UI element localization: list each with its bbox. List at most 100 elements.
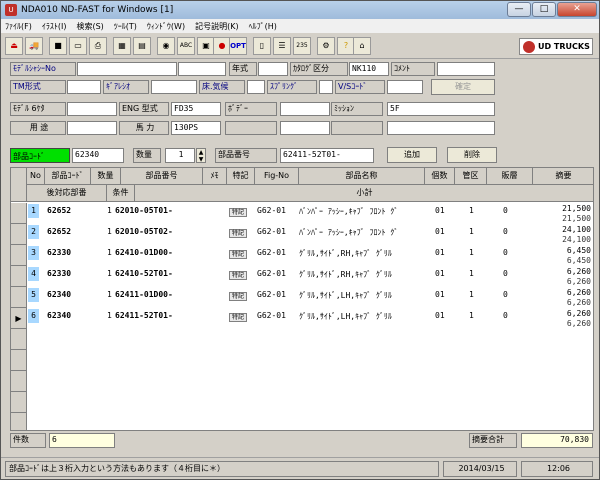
model-chassis-field-1[interactable] xyxy=(77,62,177,76)
row-no: 3 xyxy=(28,246,39,260)
row-note-badge: 特記 xyxy=(229,271,248,280)
opt-icon[interactable]: OPT xyxy=(229,37,247,55)
col-header-condition[interactable]: 条件 xyxy=(107,185,135,202)
folder-icon[interactable]: ▭ xyxy=(69,37,87,55)
catalog-field[interactable]: NK110 xyxy=(349,62,389,76)
save-icon[interactable]: ■ xyxy=(49,37,67,55)
col-header-no[interactable]: No xyxy=(27,168,45,185)
comment-field[interactable] xyxy=(437,62,495,76)
model6-field[interactable] xyxy=(67,102,117,116)
col-header-count[interactable]: 個数 xyxy=(425,168,455,185)
row-qty: 1 xyxy=(107,248,112,257)
mission-field[interactable]: 5F xyxy=(387,102,495,116)
row-subtotal: 24,100 xyxy=(562,235,591,244)
body-field[interactable] xyxy=(280,102,330,116)
add-button[interactable]: 追加 xyxy=(387,147,437,163)
table-row[interactable]: ▶ 6 62340 1 62411-52T01- 特記 G62-01 ｸﾞﾘﾙ,ｻｲﾄﾞ,LH… xyxy=(11,308,593,329)
blank-field-4[interactable] xyxy=(387,121,495,135)
table-row[interactable]: 2 62652 1 62010-05T02- 特記 G62-01 ﾊﾞﾝﾊﾟｰ ｱｯｼｰ,ｷ… xyxy=(11,224,593,245)
col-header-hanso[interactable]: 販層 xyxy=(487,168,533,185)
row-count: 01 xyxy=(435,311,445,320)
menu-search[interactable]: 検索(S) xyxy=(76,21,103,32)
qty-input[interactable]: 1 xyxy=(165,148,195,163)
table-row[interactable]: 3 62330 1 62410-01D00- 特記 G62-01 ｸﾞﾘﾙ,ｻｲﾄﾞ,RH,… xyxy=(11,245,593,266)
comment-label: ｺﾒﾝﾄ xyxy=(391,62,435,76)
row-subtotal: 6,260 xyxy=(566,319,591,328)
row-hanso: 0 xyxy=(503,290,508,299)
menu-tools[interactable]: ﾂｰﾙ(T) xyxy=(114,21,137,32)
blank-field-2[interactable] xyxy=(280,121,330,135)
summary-bar: 件数 6 摘要合計 70,830 xyxy=(1,433,599,455)
row-qty: 1 xyxy=(107,227,112,236)
exit-icon[interactable]: ⏏ xyxy=(5,37,23,55)
maximize-button[interactable]: □ xyxy=(532,2,556,17)
col-header-note[interactable]: 特記 xyxy=(227,168,255,185)
table-row[interactable]: 5 62340 1 62411-01D00- 特記 G62-01 ｸﾞﾘﾙ,ｻｲﾄﾞ,LH,… xyxy=(11,287,593,308)
eng-field[interactable]: FD35 xyxy=(171,102,221,116)
col-header-successor[interactable]: 後対応部番 xyxy=(27,185,107,202)
row-count: 01 xyxy=(435,248,445,257)
row-selector[interactable] xyxy=(11,224,27,245)
number-icon[interactable]: 235 xyxy=(293,37,311,55)
gear-icon[interactable]: ⚙ xyxy=(317,37,335,55)
part-no-input[interactable]: 62411-52T01- xyxy=(280,148,374,163)
part-code-input[interactable]: 62340 xyxy=(72,148,124,163)
row-part-no: 62010-05T01- xyxy=(115,206,173,215)
row-selector[interactable] xyxy=(11,287,27,308)
model-chassis-field-2[interactable] xyxy=(178,62,226,76)
col-header-kanku[interactable]: 管区 xyxy=(455,168,487,185)
row-hanso: 0 xyxy=(503,248,508,257)
book-icon[interactable]: ▯ xyxy=(253,37,271,55)
row-selector[interactable] xyxy=(11,245,27,266)
col-header-name[interactable]: 部品名称 xyxy=(299,168,425,185)
delete-button[interactable]: 削除 xyxy=(447,147,497,163)
col-header-remark[interactable]: 摘要 xyxy=(533,168,593,185)
list-icon[interactable]: ☰ xyxy=(273,37,291,55)
menu-illust[interactable]: ｲﾗｽﾄ(I) xyxy=(42,21,67,32)
row-selector[interactable] xyxy=(11,266,27,287)
menu-file[interactable]: ﾌｧｲﾙ(F) xyxy=(5,21,32,32)
col-header-code[interactable]: 部品ｺｰﾄﾞ xyxy=(45,168,91,185)
tm-label: TM形式 xyxy=(10,80,66,94)
col-header-fig[interactable]: Fig-No xyxy=(255,168,299,185)
catalog-label: ｶﾀﾛｸﾞ区分 xyxy=(290,62,348,76)
use-field[interactable] xyxy=(67,121,117,135)
abc-icon[interactable]: ABC xyxy=(177,37,195,55)
status-message: 部品ｺｰﾄﾞは上３桁入力という方法もあります（４桁目に＊） xyxy=(5,461,439,477)
confirm-button[interactable]: 確定 xyxy=(431,79,495,95)
gear-ratio-field[interactable] xyxy=(151,80,197,94)
ud-trucks-button[interactable]: UD TRUCKS xyxy=(519,38,593,55)
col-header-partno[interactable]: 部品番号 xyxy=(121,168,203,185)
horsepower-field[interactable]: 130PS xyxy=(171,121,221,135)
row-kanku: 1 xyxy=(469,227,474,236)
floor-field[interactable] xyxy=(247,80,265,94)
qty-spinner[interactable]: ▲ ▼ xyxy=(196,148,206,163)
row-no: 6 xyxy=(28,309,39,323)
menu-symbols[interactable]: 記号説明(K) xyxy=(195,21,239,32)
table-row[interactable]: 4 62330 1 62410-52T01- 特記 G62-01 ｸﾞﾘﾙ,ｻｲﾄﾞ,RH,… xyxy=(11,266,593,287)
table-row[interactable]: 1 62652 1 62010-05T01- 特記 G62-01 ﾊﾞﾝﾊﾟｰ ｱｯｼｰ,ｷ… xyxy=(11,203,593,224)
minimize-button[interactable]: — xyxy=(507,2,531,17)
menu-help[interactable]: ﾍﾙﾌﾟ(H) xyxy=(249,21,277,32)
grid-icon[interactable]: ▤ xyxy=(133,37,151,55)
row-selector[interactable]: ▶ xyxy=(11,308,27,329)
row-count: 01 xyxy=(435,290,445,299)
home-icon[interactable]: ⌂ xyxy=(353,37,371,55)
year-field[interactable] xyxy=(258,62,288,76)
print-icon[interactable]: ⎙ xyxy=(89,37,107,55)
row-subtotal: 6,260 xyxy=(566,277,591,286)
close-button[interactable]: ✕ xyxy=(557,2,597,17)
col-header-qty[interactable]: 数量 xyxy=(91,168,121,185)
row-count: 01 xyxy=(435,206,445,215)
menu-window[interactable]: ｳｨﾝﾄﾞｳ(W) xyxy=(147,21,185,32)
row-fig-no: G62-01 xyxy=(257,227,286,236)
col-header-memo[interactable]: ﾒﾓ xyxy=(203,168,227,185)
col-header-subtotal[interactable]: 小計 xyxy=(135,185,593,202)
car-icon[interactable]: 🚚 xyxy=(25,37,43,55)
tm-field[interactable] xyxy=(67,80,101,94)
row-selector[interactable] xyxy=(11,203,27,224)
globe-icon[interactable]: ◉ xyxy=(157,37,175,55)
vs-code-field[interactable] xyxy=(387,80,423,94)
table-icon[interactable]: ▦ xyxy=(113,37,131,55)
spring-field[interactable] xyxy=(319,80,333,94)
